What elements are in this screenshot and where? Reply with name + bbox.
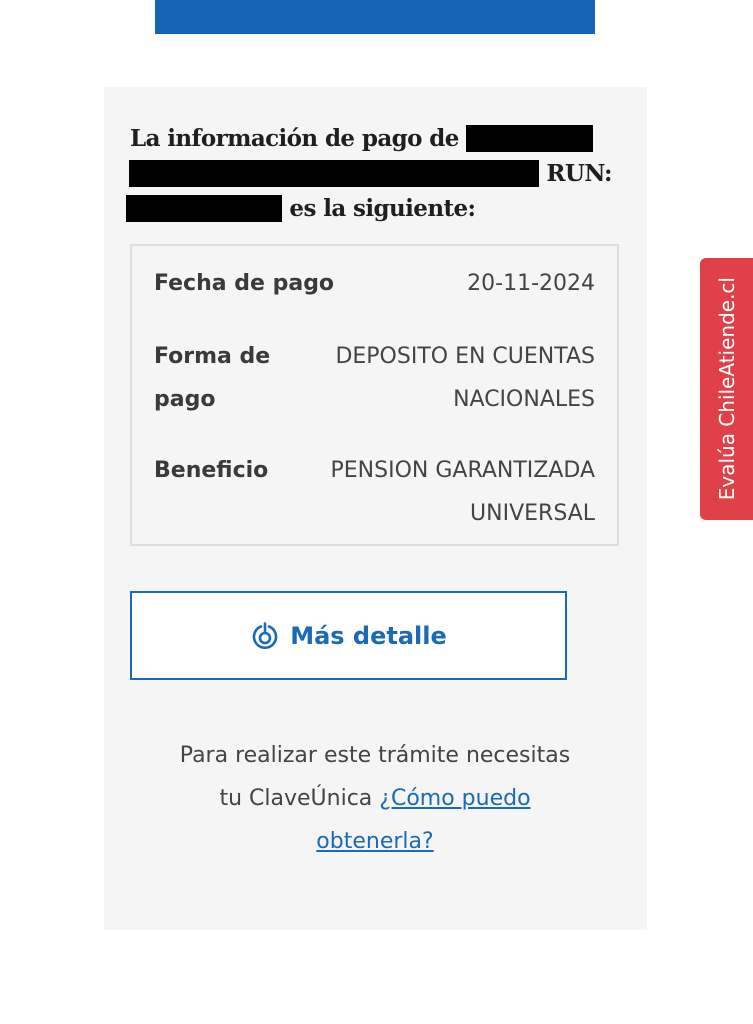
clave-unica-note: Para realizar este trámite necesitas tu … (130, 734, 620, 863)
beneficio-value: PENSION GARANTIZADA UNIVERSAL (330, 458, 596, 526)
beneficio-label: Beneficio (154, 458, 269, 483)
forma-pago-value: DEPOSITO EN CUENTAS NACIONALES (335, 344, 595, 412)
redacted-run (126, 195, 282, 222)
heading-text-2: RUN: (546, 160, 612, 187)
payment-details-box: Fecha de pago 20-11-2024 Forma de pago D… (130, 244, 619, 546)
row-fecha-pago: Fecha de pago 20-11-2024 (154, 262, 595, 305)
como-obtener-link[interactable]: ¿Cómo puedo (379, 786, 530, 811)
mas-detalle-label: Más detalle (290, 621, 447, 650)
como-obtener-link-cont[interactable]: obtenerla? (316, 829, 433, 854)
row-forma-pago: Forma de pago DEPOSITO EN CUENTAS NACION… (154, 335, 595, 421)
row-beneficio: Beneficio PENSION GARANTIZADA UNIVERSAL (154, 449, 595, 535)
top-blue-bar (155, 0, 595, 34)
evalua-tab-label: Evalúa ChileAtiende.cl (714, 277, 739, 501)
heading-text-1: La información de pago de (130, 125, 459, 152)
mas-detalle-button[interactable]: Más detalle (130, 591, 567, 680)
clave-unica-icon (252, 621, 278, 649)
evalua-chileatiende-tab[interactable]: Evalúa ChileAtiende.cl (700, 258, 753, 520)
forma-pago-label: Forma de pago (154, 344, 271, 412)
footer-line-1: Para realizar este trámite necesitas (179, 743, 571, 768)
fecha-pago-value: 20-11-2024 (467, 271, 595, 296)
payment-info-heading: La información de pago de RUN: es la sig… (126, 121, 625, 226)
payment-info-panel: La información de pago de RUN: es la sig… (104, 87, 647, 930)
fecha-pago-label: Fecha de pago (154, 271, 335, 296)
redacted-name (466, 125, 594, 152)
redacted-name-2 (129, 160, 539, 187)
footer-line-2: tu ClaveÚnica (219, 786, 373, 811)
heading-text-3: es la siguiente: (289, 195, 476, 222)
